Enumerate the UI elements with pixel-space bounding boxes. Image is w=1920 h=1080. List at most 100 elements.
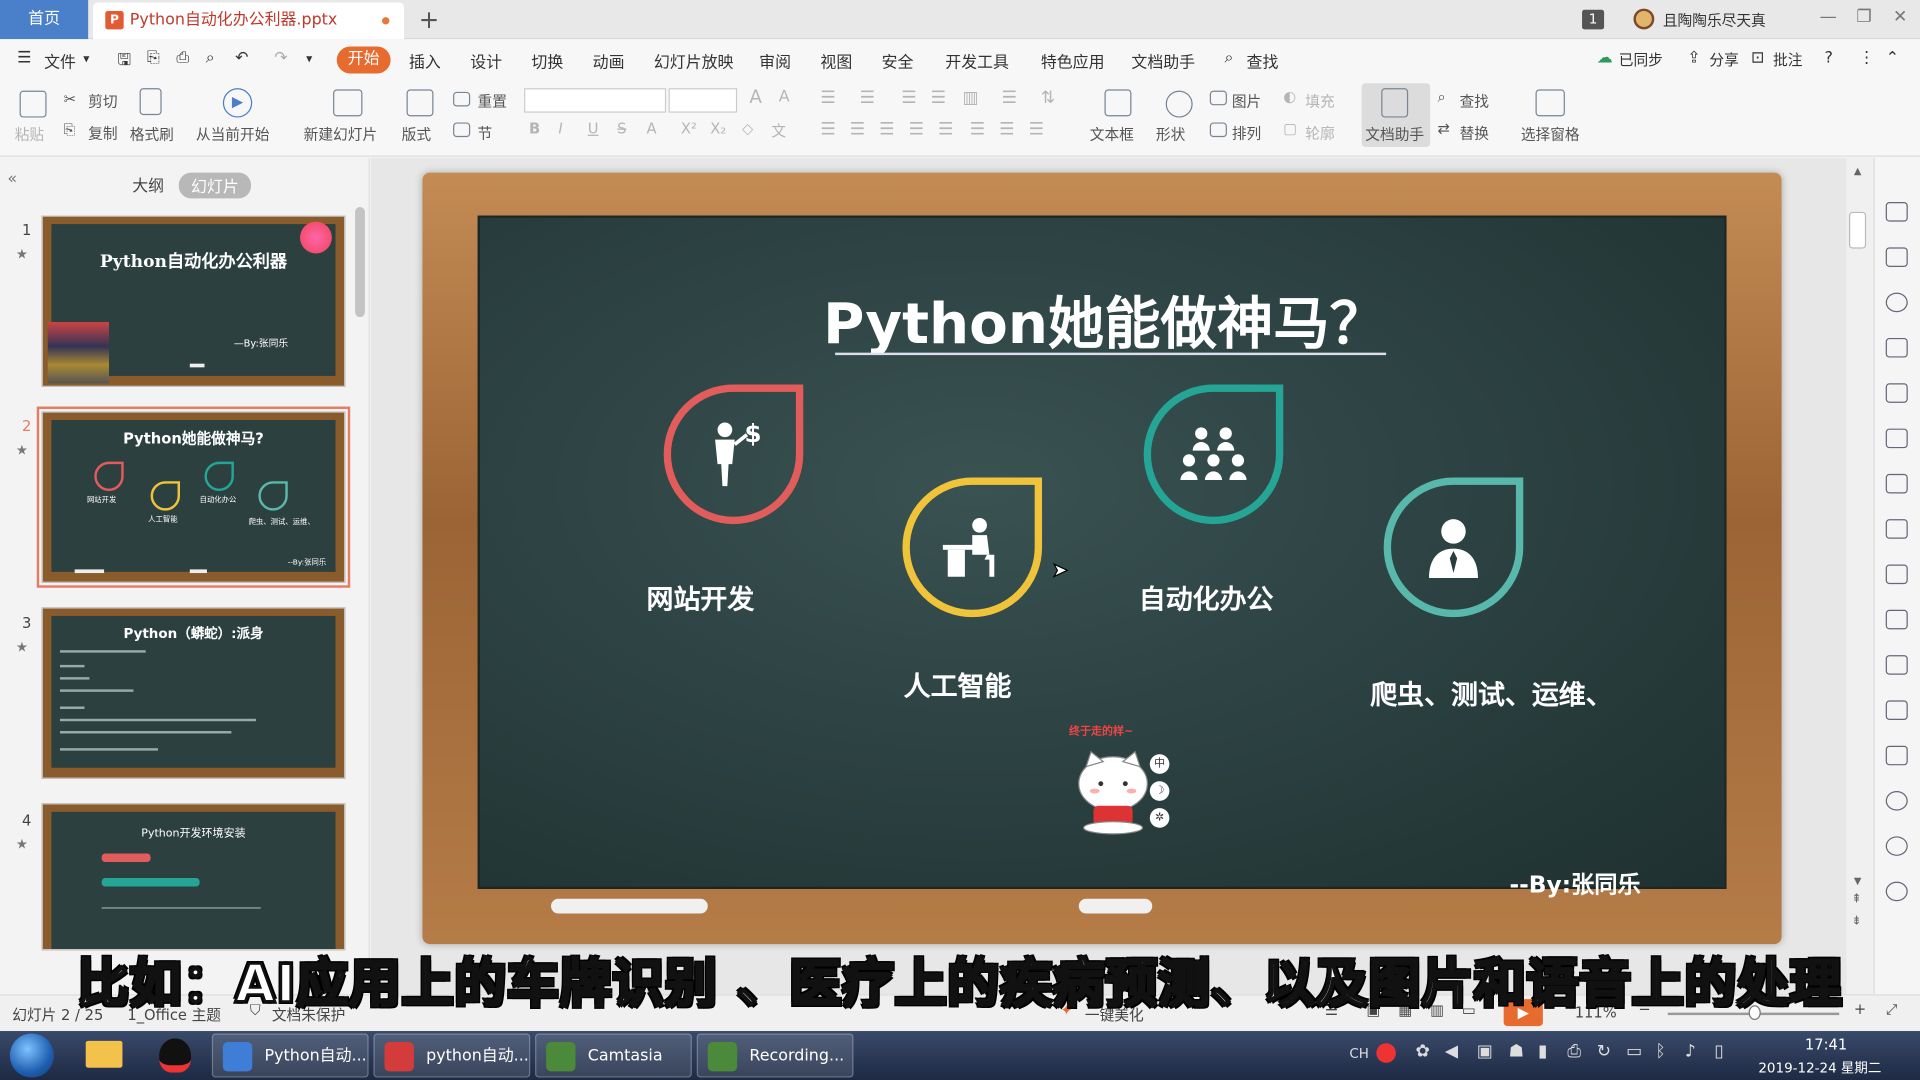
style-pane-icon[interactable] [1885, 337, 1908, 358]
textbox-icon[interactable] [1104, 89, 1132, 117]
paste-button[interactable]: 粘贴 [15, 124, 44, 145]
para-before-icon[interactable]: ☰ [999, 120, 1014, 140]
share-icon[interactable]: ⇪ [1687, 49, 1700, 67]
taskbar-app-recording[interactable]: Recording... [696, 1033, 854, 1078]
doc-assistant-icon[interactable] [1381, 88, 1409, 118]
picture-icon[interactable] [1209, 90, 1227, 106]
menu-security[interactable]: 安全 [882, 49, 914, 72]
align-left-icon[interactable]: ☰ [820, 120, 835, 140]
tab-outline[interactable]: 大纲 [132, 173, 164, 196]
menu-developer[interactable]: 开发工具 [945, 49, 1009, 72]
section-button[interactable]: 节 [478, 122, 493, 143]
collapse-ribbon-icon[interactable]: ⌃ [1886, 49, 1899, 67]
close-icon[interactable]: ✕ [1893, 7, 1907, 27]
help-icon[interactable]: ? [1824, 49, 1832, 67]
history-icon[interactable] [1885, 836, 1908, 856]
superscript-icon[interactable]: X² [681, 120, 697, 137]
help-pane-icon[interactable] [1885, 881, 1908, 902]
slide-thumbnail-2[interactable]: Python她能做神马? 网站开发 人工智能 自动化办公 爬虫、测试、运维、 -… [36, 406, 351, 588]
para-spacing-icon[interactable]: ☰ [970, 120, 985, 140]
font-name-input[interactable] [524, 88, 667, 113]
outline-icon[interactable]: ▢ [1283, 120, 1297, 137]
audio-icon[interactable] [1885, 745, 1908, 766]
outline-button[interactable]: 轮廓 [1305, 122, 1334, 143]
tray-app-icon[interactable]: ✿ [1416, 1042, 1430, 1062]
tray-arrow-icon[interactable]: ◀ [1445, 1042, 1458, 1062]
from-current-button[interactable]: 从当前开始 [196, 124, 269, 145]
slide-switch-icon[interactable] [1885, 247, 1908, 267]
slide-thumbnail-4[interactable]: Python开发环境安装 [41, 803, 346, 951]
slide-title[interactable]: Python她能做神马？ [480, 279, 1729, 360]
decrease-font-icon[interactable]: A [779, 88, 790, 106]
indent-icon[interactable]: ☰ [901, 88, 916, 108]
line-spacing-icon[interactable]: ☰ [1002, 88, 1017, 108]
taskbar-app-camtasia[interactable]: Camtasia St... [535, 1033, 692, 1078]
menu-file[interactable]: 文件 [44, 49, 76, 72]
paste-icon[interactable] [19, 90, 47, 118]
battery-icon[interactable]: ▯ [1714, 1042, 1723, 1062]
para-after-icon[interactable]: ☰ [1029, 120, 1044, 140]
menu-doc-assistant[interactable]: 文档助手 [1131, 49, 1195, 72]
download-icon[interactable] [1885, 791, 1908, 811]
prev-slide-icon[interactable]: ⇞ [1851, 893, 1861, 906]
slide-editor-canvas[interactable]: Python她能做神马？ $ 网站开发 人工智能 自动化办公 爬虫、测试、运维、… [371, 157, 1847, 995]
clock-time[interactable]: 17:41 [1805, 1036, 1847, 1053]
numbering-icon[interactable]: ☰ [860, 88, 875, 108]
format-painter-button[interactable]: 格式刷 [130, 124, 174, 145]
ai-badge[interactable] [902, 477, 1043, 618]
layout-icon[interactable] [406, 89, 434, 117]
picture-pane-icon[interactable] [1885, 700, 1908, 721]
export-pane-icon[interactable] [1885, 609, 1908, 630]
char-spacing-icon[interactable]: 文 [771, 120, 786, 141]
comment-button[interactable]: 批注 [1773, 49, 1802, 70]
cloud-sync-icon[interactable]: ☁ [1597, 49, 1613, 67]
outdent-icon[interactable]: ☰ [931, 88, 946, 108]
bullets-icon[interactable]: ☰ [820, 88, 835, 108]
tab-document[interactable]: P Python自动化办公利器.pptx [93, 2, 405, 40]
scroll-down-icon[interactable]: ▼ [1854, 876, 1862, 887]
ai-label[interactable]: 人工智能 [904, 665, 1012, 704]
shape-pane-icon[interactable] [1885, 292, 1908, 313]
slide-thumbnail-1[interactable]: Python自动化办公利器 —By:张同乐 [41, 215, 346, 387]
clear-format-icon[interactable]: ◇ [742, 120, 753, 137]
layout-button[interactable]: 版式 [402, 124, 431, 145]
menu-insert[interactable]: 插入 [409, 49, 441, 72]
copy-icon[interactable]: ⎘ [64, 121, 76, 139]
picture-button[interactable]: 图片 [1232, 91, 1261, 112]
cat-mascot-sticker[interactable]: 终于走的样~ 中 ☽ ✲ [1069, 726, 1184, 840]
new-tab-button[interactable]: + [419, 5, 440, 34]
grid-icon[interactable] [1885, 428, 1908, 449]
taskbar-app-xmind[interactable]: python自动... [373, 1033, 531, 1078]
clock-date[interactable]: 2019-12-24 星期二 [1758, 1058, 1881, 1078]
underline-icon[interactable]: U [588, 120, 599, 137]
menu-view[interactable]: 视图 [820, 49, 852, 72]
columns-icon[interactable]: ▥ [962, 88, 978, 108]
copy-button[interactable]: 复制 [88, 122, 117, 143]
section-icon[interactable] [453, 122, 471, 138]
tray-sync-icon[interactable]: ↻ [1597, 1042, 1611, 1062]
new-slide-icon[interactable] [333, 89, 363, 117]
bold-icon[interactable]: B [529, 120, 540, 137]
menu-slideshow[interactable]: 幻灯片放映 [654, 49, 734, 72]
properties-icon[interactable] [1885, 519, 1908, 539]
subscript-icon[interactable]: X₂ [710, 120, 726, 137]
menu-design[interactable]: 设计 [470, 49, 502, 72]
automation-badge[interactable] [1143, 384, 1284, 525]
select-pane-icon[interactable] [1535, 89, 1565, 117]
file-explorer-icon[interactable] [85, 1040, 123, 1068]
find-icon[interactable]: ⌕ [1438, 88, 1446, 106]
font-size-input[interactable] [668, 88, 738, 113]
export-icon[interactable]: ⎘ [147, 49, 160, 67]
next-slide-icon[interactable]: ⇟ [1851, 915, 1861, 928]
more-icon[interactable]: ⋮ [1859, 49, 1875, 67]
user-name[interactable]: 且陶陶乐尽天真 [1663, 10, 1766, 31]
minimize-icon[interactable]: — [1820, 7, 1837, 27]
restore-icon[interactable]: ❐ [1856, 7, 1871, 27]
replace-button[interactable]: 替换 [1460, 122, 1489, 143]
shape-button[interactable]: 形状 [1156, 124, 1185, 145]
scroll-up-icon[interactable]: ▲ [1854, 165, 1862, 176]
template-icon[interactable] [1885, 655, 1908, 675]
volume-icon[interactable]: ♪ [1685, 1042, 1696, 1062]
chart-icon[interactable] [1885, 473, 1908, 494]
increase-font-icon[interactable]: A [749, 86, 762, 108]
